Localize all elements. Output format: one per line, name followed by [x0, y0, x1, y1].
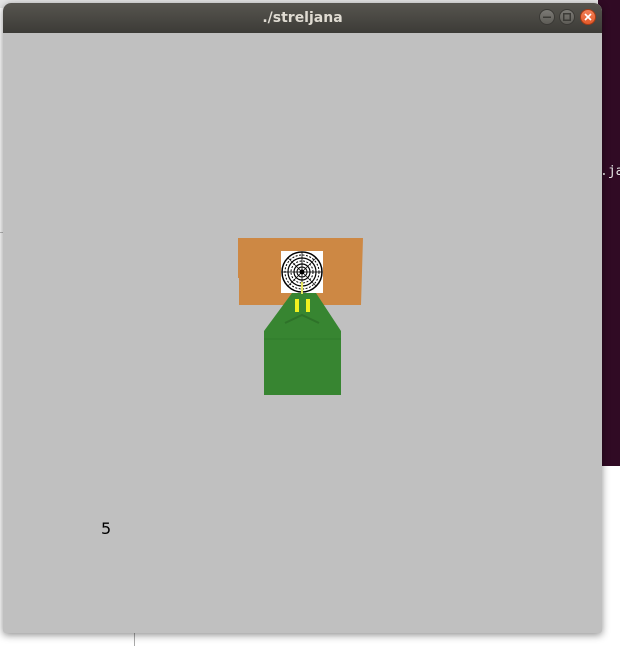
background-terminal-text: .ja — [600, 164, 620, 179]
maximize-icon — [563, 13, 571, 21]
score-counter: 5 — [101, 519, 112, 538]
gun-barrel-right — [306, 299, 310, 312]
minimize-button[interactable] — [539, 9, 555, 25]
window-title: ./streljana — [262, 10, 343, 26]
minimize-icon — [543, 16, 551, 18]
gun-body — [264, 293, 341, 395]
game-canvas[interactable]: 5 — [3, 33, 602, 633]
game-window: ./streljana 5 — [3, 3, 602, 633]
close-button[interactable] — [580, 9, 596, 25]
background-divider — [134, 632, 135, 646]
close-icon — [584, 13, 592, 21]
game-scene — [238, 238, 363, 395]
window-titlebar[interactable]: ./streljana — [3, 3, 602, 33]
maximize-button[interactable] — [559, 9, 575, 25]
gun-barrel-left — [295, 299, 299, 312]
gun-sight — [301, 282, 303, 294]
